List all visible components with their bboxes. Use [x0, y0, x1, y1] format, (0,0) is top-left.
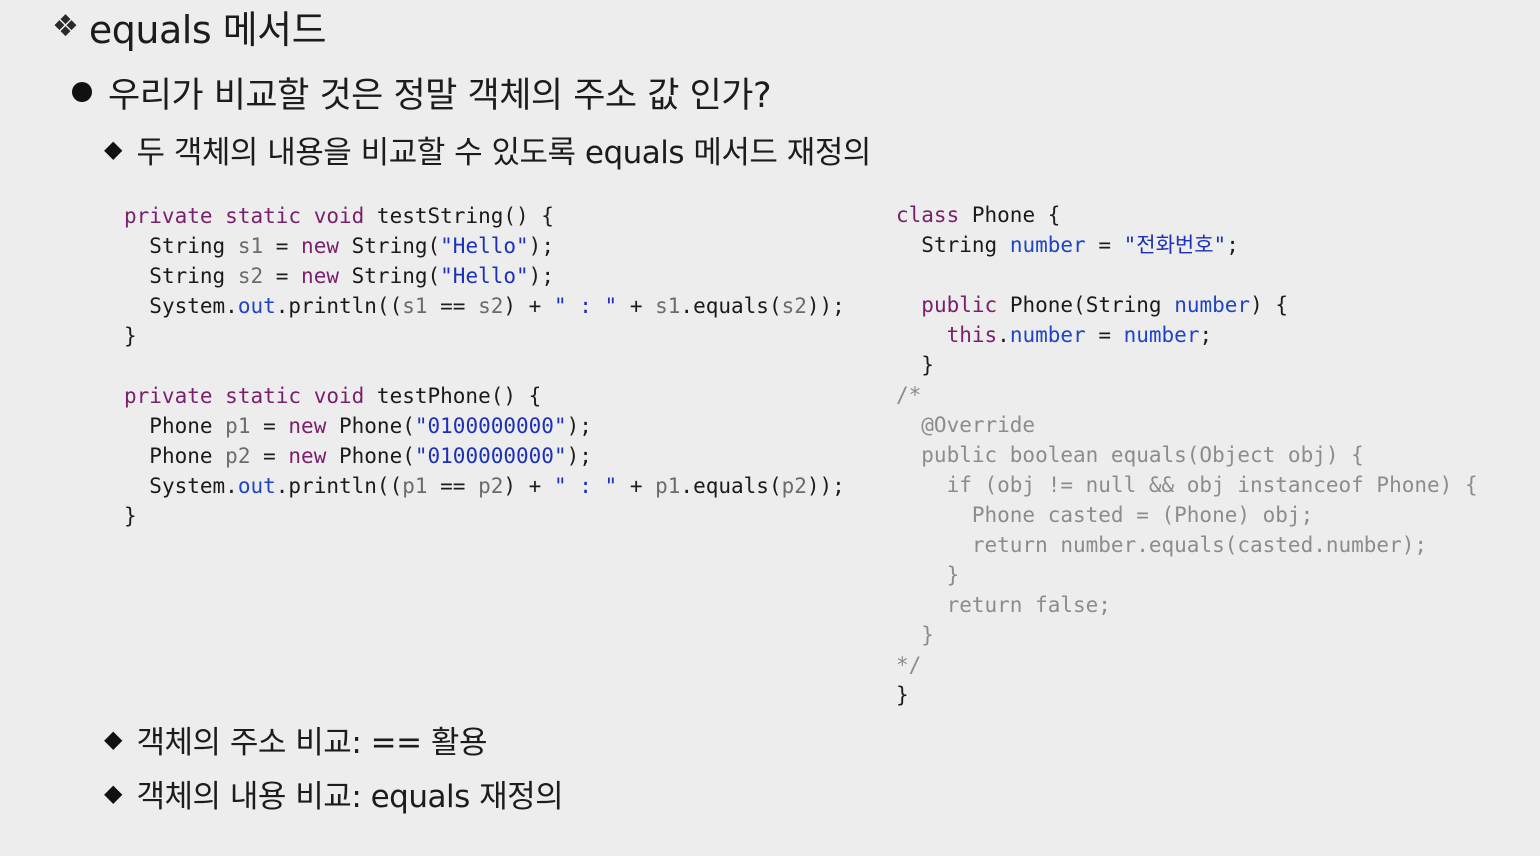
- code-line: this.number = number;: [946, 323, 1213, 347]
- code-line: public Phone(String number) {: [921, 293, 1288, 317]
- code-line: private static void testString() {: [124, 204, 554, 228]
- code-line: return false;: [896, 593, 1111, 617]
- code-line: }: [896, 353, 934, 377]
- code-line: if (obj != null && obj instanceof Phone)…: [896, 473, 1478, 497]
- code-line: }: [896, 683, 909, 707]
- sub-bullet: ◆ 객체의 내용 비교: equals 재정의: [104, 770, 564, 816]
- sub-bullet-text: 객체의 내용 비교: equals 재정의: [136, 778, 564, 815]
- diamond-bullet-icon: ◆: [104, 725, 123, 753]
- code-line: String number = "전화번호";: [921, 233, 1239, 257]
- code-line: System.out.println((p1 == p2) + " : " + …: [149, 474, 845, 498]
- code-block-right: class Phone { String number = "전화번호"; pu…: [896, 200, 1478, 710]
- code-line: System.out.println((s1 == s2) + " : " + …: [149, 294, 845, 318]
- code-block-left: private static void testString() { Strin…: [124, 201, 845, 531]
- diamond-bullet-icon: ◆: [104, 779, 123, 807]
- code-line: }: [124, 324, 137, 348]
- code-line: String s1 = new String("Hello");: [149, 234, 554, 258]
- code-line: }: [124, 504, 137, 528]
- slide-title-text: equals 메서드: [88, 7, 327, 52]
- sub-bullet: ◆ 두 객체의 내용을 비교할 수 있도록 equals 메서드 재정의: [104, 126, 871, 172]
- code-line: Phone casted = (Phone) obj;: [896, 503, 1314, 527]
- code-line: @Override: [896, 413, 1036, 437]
- round-bullet-icon: [72, 82, 92, 102]
- code-line: */: [896, 653, 922, 677]
- sub-bullet-text: 객체의 주소 비교: == 활용: [136, 724, 487, 761]
- diamond-bullet-icon: ◆: [104, 135, 123, 163]
- code-line: return number.equals(casted.number);: [896, 533, 1428, 557]
- code-line: /*: [896, 383, 922, 407]
- sub-bullet: ◆ 객체의 주소 비교: == 활용: [104, 716, 487, 762]
- sub-bullet-text: 두 객체의 내용을 비교할 수 있도록 equals 메서드 재정의: [136, 134, 871, 171]
- main-bullet: 우리가 비교할 것은 정말 객체의 주소 값 인가?: [72, 66, 772, 118]
- code-line: }: [896, 623, 934, 647]
- code-line: Phone p1 = new Phone("0100000000");: [149, 414, 592, 438]
- slide-title: ❖ equals 메서드: [52, 2, 327, 52]
- code-line: }: [896, 563, 960, 587]
- code-line: private static void testPhone() {: [124, 384, 542, 408]
- four-diamond-bullet-icon: ❖: [52, 8, 79, 44]
- code-line: Phone p2 = new Phone("0100000000");: [149, 444, 592, 468]
- code-line: public boolean equals(Object obj) {: [896, 443, 1364, 467]
- code-line: String s2 = new String("Hello");: [149, 264, 554, 288]
- code-line: class Phone {: [896, 203, 1061, 227]
- main-bullet-text: 우리가 비교할 것은 정말 객체의 주소 값 인가?: [108, 75, 772, 116]
